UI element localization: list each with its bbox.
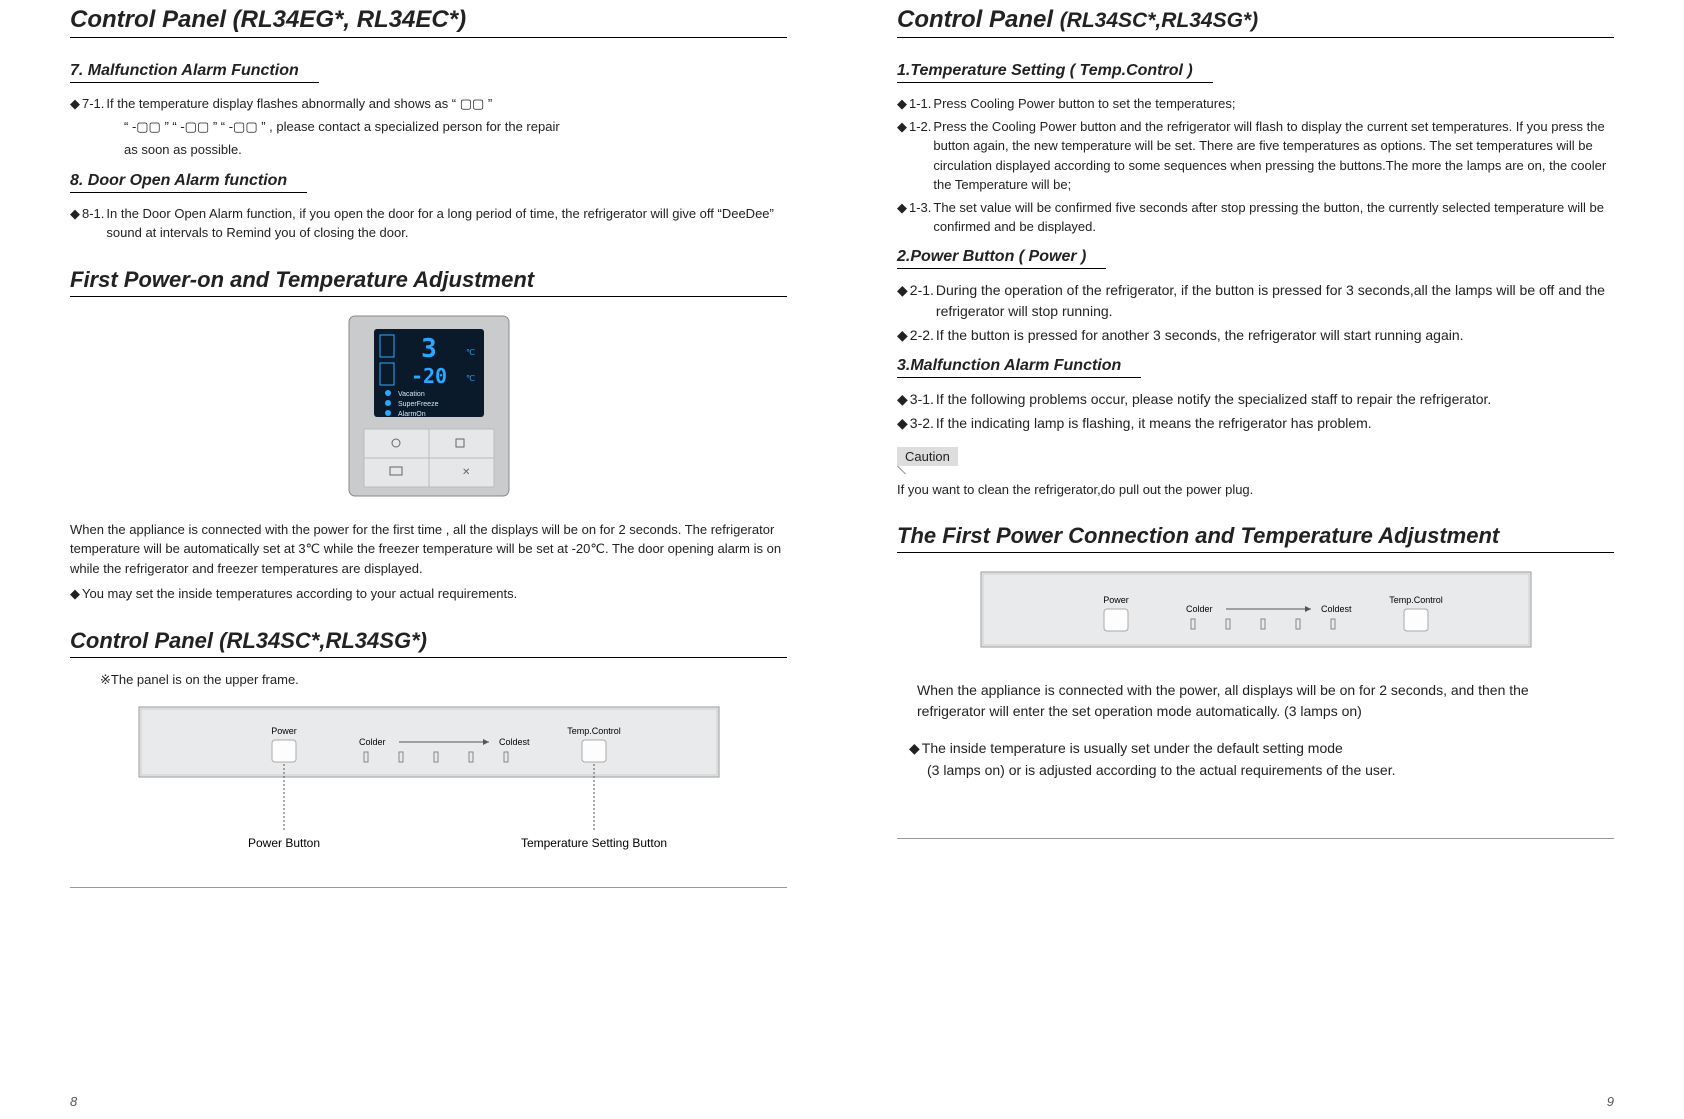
page-title: Control Panel (RL34EG*, RL34EC*) (70, 6, 787, 38)
first-conn-bullet: ◆The inside temperature is usually set u… (897, 738, 1614, 759)
panel-strip-illustration: Power Colder Coldest Temp.Control Power … (70, 702, 787, 857)
item-1-1: ◆1-1. Press Cooling Power button to set … (897, 94, 1614, 114)
svg-text:Colder: Colder (1186, 604, 1213, 614)
heading-first-power: First Power-on and Temperature Adjustmen… (70, 267, 787, 297)
heading-1: 1.Temperature Setting ( Temp.Control ) (897, 62, 1213, 83)
heading-8: 8. Door Open Alarm function (70, 172, 307, 193)
svg-text:Power: Power (271, 726, 297, 736)
heading-2: 2.Power Button ( Power ) (897, 248, 1106, 269)
svg-text:Power: Power (1103, 595, 1129, 605)
page-right: Control Panel (RL34SC*,RL34SG*) 1.Temper… (842, 0, 1684, 1119)
display-panel-illustration: 3 ℃ -20 ℃ Vacation SuperFreeze AlarmOn ✕ (70, 311, 787, 506)
item-2-1: ◆2-1. During the operation of the refrig… (897, 280, 1614, 322)
item-3-1: ◆3-1. If the following problems occur, p… (897, 389, 1614, 410)
first-power-para: When the appliance is connected with the… (70, 520, 787, 579)
svg-text:AlarmOn: AlarmOn (398, 411, 426, 418)
page-left: Control Panel (RL34EG*, RL34EC*) 7. Malf… (0, 0, 842, 1119)
item-1-3: ◆1-3. The set value will be confirmed fi… (897, 198, 1614, 237)
caution-text: If you want to clean the refrigerator,do… (897, 480, 1614, 500)
svg-text:Colder: Colder (359, 737, 386, 747)
item-8-1: ◆8-1. In the Door Open Alarm function, i… (70, 204, 787, 243)
panel-note: ※The panel is on the upper frame. (100, 672, 787, 688)
item-7-1-line3: as soon as possible. (124, 140, 787, 160)
heading-3: 3.Malfunction Alarm Function (897, 357, 1141, 378)
svg-text:3: 3 (421, 334, 437, 364)
svg-text:-20: -20 (410, 364, 446, 388)
svg-text:℃: ℃ (466, 348, 475, 357)
caution-label: Caution (897, 447, 958, 466)
item-7-1-line2: “ -▢▢ ” “ -▢▢ ” “ -▢▢ ” , please contact… (124, 117, 787, 137)
svg-text:Coldest: Coldest (499, 737, 530, 747)
heading-first-connection: The First Power Connection and Temperatu… (897, 523, 1614, 553)
panel-strip-illustration-2: Power Colder Coldest Temp.Control (897, 567, 1614, 662)
heading-panel2: Control Panel (RL34SC*,RL34SG*) (70, 628, 787, 658)
first-power-bullet: ◆You may set the inside temperatures acc… (70, 584, 787, 604)
svg-text:℃: ℃ (466, 374, 475, 383)
svg-text:✕: ✕ (462, 467, 470, 478)
item-3-2: ◆3-2. If the indicating lamp is flashing… (897, 413, 1614, 434)
item-7-1: ◆7-1. If the temperature display flashes… (70, 94, 787, 114)
svg-text:Temp.Control: Temp.Control (1389, 595, 1443, 605)
svg-text:SuperFreeze: SuperFreeze (398, 401, 439, 408)
heading-7: 7. Malfunction Alarm Function (70, 62, 319, 83)
svg-text:Coldest: Coldest (1321, 604, 1352, 614)
svg-text:Power Button: Power Button (247, 836, 319, 850)
page-number: 8 (70, 1094, 77, 1109)
svg-text:Vacation: Vacation (398, 391, 425, 398)
page-title: Control Panel (RL34SC*,RL34SG*) (897, 6, 1614, 38)
first-conn-bullet-2: (3 lamps on) or is adjusted according to… (897, 762, 1614, 778)
svg-text:Temp.Control: Temp.Control (567, 726, 621, 736)
item-2-2: ◆2-2. If the button is pressed for anoth… (897, 325, 1614, 346)
item-1-2: ◆1-2. Press the Cooling Power button and… (897, 117, 1614, 195)
first-conn-para: When the appliance is connected with the… (897, 680, 1614, 722)
svg-text:Temperature Setting Button: Temperature Setting Button (520, 836, 666, 850)
page-number: 9 (1607, 1094, 1614, 1109)
